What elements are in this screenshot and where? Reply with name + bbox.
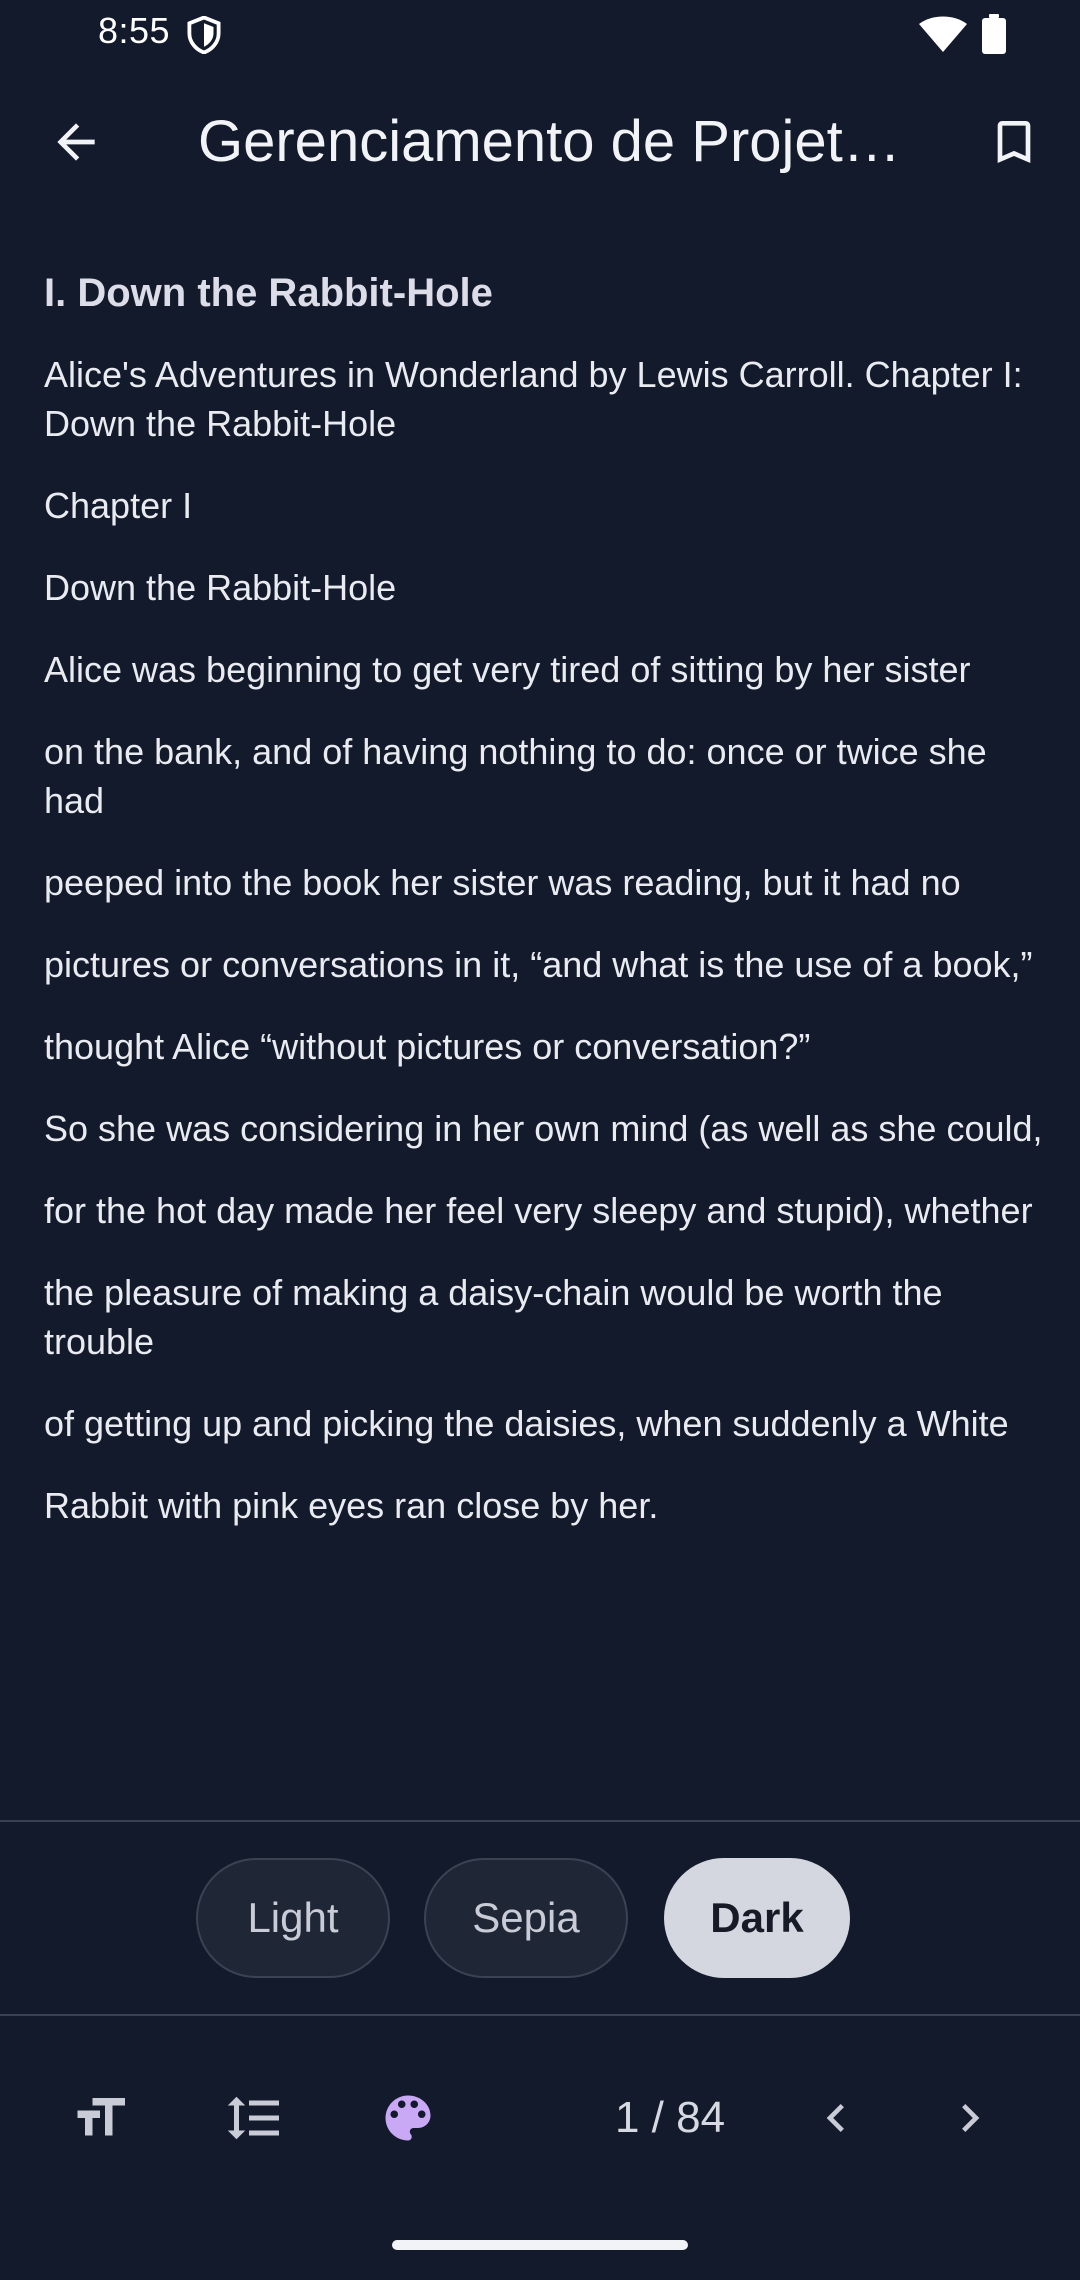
- reader-content[interactable]: I. Down the Rabbit-Hole Alice's Adventur…: [0, 216, 1080, 1820]
- chapter-heading: I. Down the Rabbit-Hole: [44, 271, 493, 315]
- theme-light-button[interactable]: Light: [196, 1858, 390, 1978]
- paragraph: Down the Rabbit-Hole: [44, 567, 397, 608]
- paragraph: for the hot day made her feel very sleep…: [44, 1190, 1033, 1231]
- line-spacing-button[interactable]: [214, 2078, 294, 2158]
- paragraph: So she was considering in her own mind (…: [44, 1108, 1043, 1149]
- text-size-icon: [77, 2098, 125, 2136]
- paragraph: Alice's Adventures in Wonderland by Lewi…: [44, 354, 1023, 444]
- theme-sepia-button[interactable]: Sepia: [424, 1858, 628, 1978]
- bookmark-button[interactable]: [978, 106, 1050, 178]
- next-page-button[interactable]: [930, 2078, 1010, 2158]
- paragraph: Rabbit with pink eyes ran close by her.: [44, 1485, 659, 1526]
- home-indicator[interactable]: [392, 2240, 688, 2250]
- palette-icon: [385, 2095, 431, 2141]
- battery-icon: [982, 14, 1006, 54]
- bookmark-icon: [997, 121, 1031, 163]
- chevron-left-icon: [826, 2104, 844, 2132]
- paragraph: Alice was beginning to get very tired of…: [44, 649, 971, 690]
- chevron-right-icon: [962, 2104, 980, 2132]
- text-size-button[interactable]: [60, 2078, 140, 2158]
- previous-page-button[interactable]: [796, 2078, 876, 2158]
- paragraph: peeped into the book her sister was read…: [44, 862, 961, 903]
- app-bar: Gerenciamento de Projet…: [0, 68, 1080, 216]
- back-button[interactable]: [40, 106, 112, 178]
- status-time: 8:55: [98, 10, 171, 51]
- page-indicator: 1 / 84: [614, 2093, 726, 2142]
- wifi-icon: [918, 16, 968, 54]
- shield-icon: [186, 15, 222, 55]
- arrow-back-icon: [57, 123, 95, 161]
- theme-button[interactable]: [368, 2078, 448, 2158]
- paragraph: the pleasure of making a daisy-chain wou…: [44, 1272, 943, 1362]
- theme-dark-button[interactable]: Dark: [664, 1858, 850, 1978]
- page-title: Gerenciamento de Projet…: [198, 109, 901, 174]
- paragraph: on the bank, and of having nothing to do…: [44, 731, 987, 821]
- theme-selector: Light Sepia Dark: [0, 1822, 1080, 2014]
- reader-text: I. Down the Rabbit-Hole Alice's Adventur…: [44, 268, 1044, 1563]
- paragraph: thought Alice “without pictures or conve…: [44, 1026, 811, 1067]
- paragraph: pictures or conversations in it, “and wh…: [44, 944, 1033, 985]
- status-bar: 8:55: [0, 0, 1080, 68]
- paragraph: Chapter I: [44, 485, 193, 526]
- paragraph: of getting up and picking the daisies, w…: [44, 1403, 1009, 1444]
- bottom-toolbar: 1 / 84: [0, 2016, 1080, 2216]
- line-spacing-icon: [227, 2096, 279, 2140]
